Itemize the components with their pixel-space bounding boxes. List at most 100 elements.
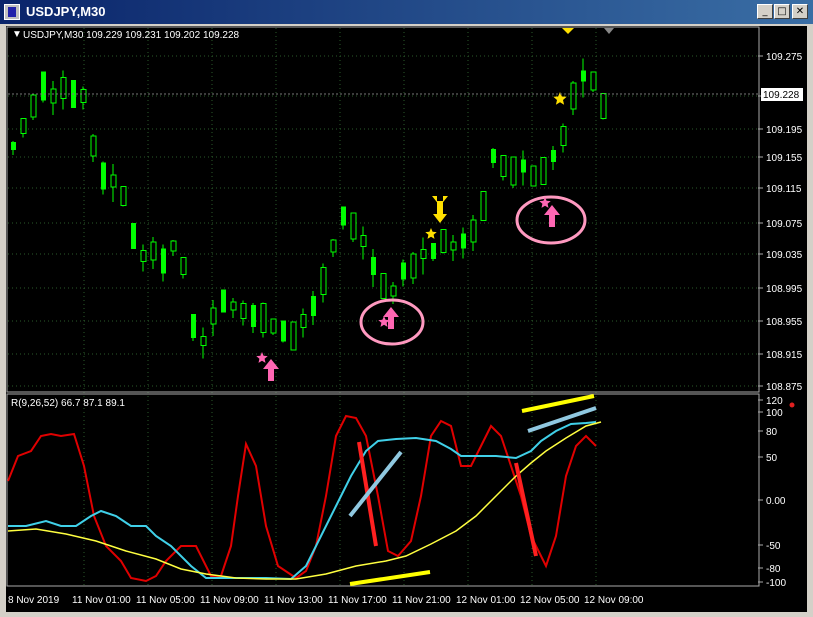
time-tick-label: 11 Nov 05:00 bbox=[136, 595, 195, 606]
candle-body bbox=[230, 301, 237, 311]
candle-body bbox=[101, 162, 106, 190]
candle-body bbox=[600, 93, 607, 119]
current-price-label: 109.228 bbox=[763, 90, 800, 101]
candle-body bbox=[581, 70, 586, 82]
candle-body bbox=[150, 241, 157, 261]
signal-star-icon bbox=[425, 228, 437, 239]
candle-body bbox=[500, 155, 507, 177]
candle-body bbox=[431, 243, 436, 259]
price-tick-label: 108.915 bbox=[766, 350, 803, 361]
candle-body bbox=[330, 239, 337, 253]
price-tick-label: 109.115 bbox=[766, 184, 802, 195]
chart-dropdown-icon[interactable]: ▼ bbox=[12, 29, 22, 40]
maximize-button[interactable]: □ bbox=[774, 4, 790, 19]
oscillator-lines bbox=[7, 414, 602, 583]
window-title: USDJPY,M30 bbox=[26, 4, 106, 19]
signal-star-icon bbox=[378, 316, 390, 327]
price-chart[interactable]: 109.275109.235109.195109.155109.115109.0… bbox=[6, 26, 807, 612]
candle-body bbox=[420, 249, 427, 259]
time-tick-label: 12 Nov 05:00 bbox=[520, 595, 580, 606]
candle-body bbox=[371, 257, 376, 275]
price-tick-label: 109.195 bbox=[766, 125, 803, 136]
candle-body bbox=[401, 262, 406, 280]
candle-body bbox=[221, 289, 226, 313]
candle-body bbox=[551, 150, 556, 162]
drawn-blue-line bbox=[348, 450, 403, 518]
drawn-yellow-line bbox=[349, 570, 431, 586]
indicator-tick-label: 80 bbox=[766, 427, 778, 438]
chart-header: USDJPY,M30 109.229 109.231 109.202 109.2… bbox=[23, 30, 240, 41]
indicator-tick-label: 100 bbox=[766, 408, 783, 419]
indicator-dot-icon bbox=[789, 402, 795, 408]
candle-body bbox=[540, 157, 547, 185]
app-icon bbox=[4, 4, 20, 20]
candle-body bbox=[590, 71, 597, 91]
candle-body bbox=[281, 320, 286, 342]
time-axis: 8 Nov 2019 11 Nov 01:00 11 Nov 05:00 11 Nov… bbox=[8, 595, 644, 606]
indicator-label: R(9,26,52) 66.7 87.1 89.1 bbox=[11, 398, 125, 409]
price-tick-label: 109.275 bbox=[766, 52, 803, 63]
indicator-tick-label: 0.00 bbox=[766, 496, 786, 507]
candle-body bbox=[480, 191, 487, 221]
chart-area[interactable]: 109.275109.235109.195109.155109.115109.0… bbox=[6, 26, 807, 612]
candle-body bbox=[110, 174, 117, 188]
price-tick-label: 108.875 bbox=[766, 382, 803, 393]
candle-body bbox=[11, 142, 16, 150]
top-marker-gray-icon bbox=[604, 28, 614, 34]
red-oscillator-line bbox=[7, 414, 597, 583]
candle-body bbox=[491, 149, 496, 163]
candle-body bbox=[30, 94, 37, 118]
time-tick-label: 8 Nov 2019 bbox=[8, 595, 60, 606]
price-tick-label: 109.035 bbox=[766, 250, 803, 261]
minimize-button[interactable]: _ bbox=[757, 4, 773, 19]
candle-body bbox=[60, 77, 67, 99]
candle-body bbox=[360, 235, 367, 247]
buy-arrow-icon bbox=[383, 307, 399, 329]
candle-body bbox=[260, 303, 267, 333]
drawn-yellow-line bbox=[521, 394, 595, 413]
candle-body bbox=[240, 303, 247, 319]
candle-body bbox=[210, 307, 217, 325]
price-tick-label: 109.155 bbox=[766, 153, 803, 164]
sell-arrow-icon bbox=[433, 214, 447, 223]
candle-body bbox=[251, 305, 256, 327]
indicator-tick-label: 50 bbox=[766, 453, 778, 464]
time-tick-label: 11 Nov 13:00 bbox=[264, 595, 323, 606]
candle-body bbox=[560, 126, 567, 146]
candle-body bbox=[311, 296, 316, 316]
candle-body bbox=[80, 89, 87, 103]
indicator-tick-label: 120 bbox=[766, 396, 783, 407]
sell-arrow-stem bbox=[437, 201, 443, 215]
candle-body bbox=[521, 159, 526, 173]
time-tick-label: 11 Nov 01:00 bbox=[72, 595, 131, 606]
candle-body bbox=[170, 240, 177, 252]
price-tick-label: 108.955 bbox=[766, 317, 803, 328]
candle-body bbox=[50, 88, 57, 104]
candle-body bbox=[290, 321, 297, 351]
buy-arrow-icon bbox=[263, 359, 279, 381]
candle-body bbox=[270, 318, 277, 334]
price-tick-label: 109.075 bbox=[766, 219, 803, 230]
indicator-tick-label: -100 bbox=[766, 578, 786, 589]
window-titlebar: USDJPY,M30 _ □ ✕ bbox=[0, 0, 813, 24]
candle-body bbox=[300, 314, 307, 328]
time-tick-label: 11 Nov 17:00 bbox=[328, 595, 387, 606]
candle-body bbox=[510, 156, 517, 186]
candle-body bbox=[341, 206, 346, 226]
candle-body bbox=[450, 241, 457, 251]
close-button[interactable]: ✕ bbox=[792, 4, 808, 19]
candle-body bbox=[41, 71, 46, 101]
drawn-red-line bbox=[514, 462, 538, 557]
candle-body bbox=[350, 212, 357, 240]
signal-star-icon bbox=[256, 352, 268, 363]
main-pane-border bbox=[6, 26, 760, 393]
candle-body bbox=[410, 253, 417, 279]
chart-grid bbox=[8, 28, 758, 586]
candle-body bbox=[131, 223, 136, 249]
time-tick-label: 12 Nov 01:00 bbox=[456, 595, 516, 606]
price-axis: 109.275109.235109.195109.155109.115109.0… bbox=[758, 52, 803, 393]
candle-body bbox=[140, 250, 147, 262]
candle-body bbox=[120, 186, 127, 206]
candle-body bbox=[390, 285, 397, 297]
candle-body bbox=[20, 118, 27, 134]
